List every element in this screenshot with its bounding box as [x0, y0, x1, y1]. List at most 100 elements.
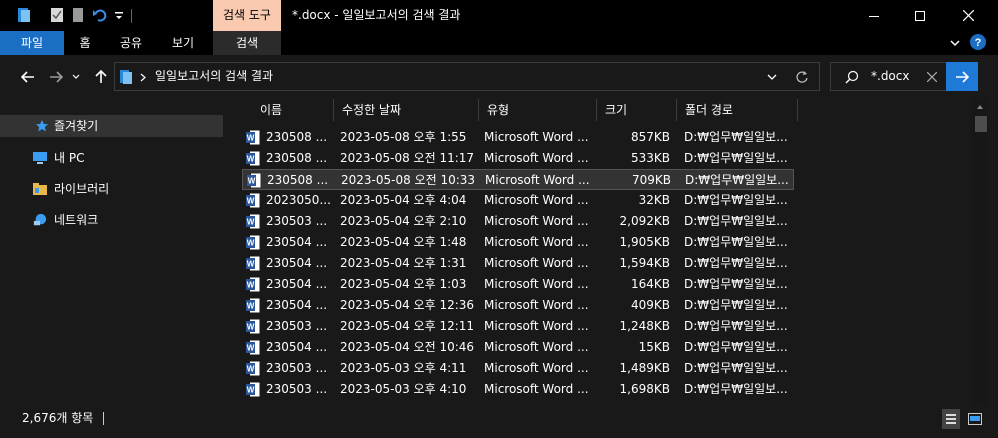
breadcrumb-chevron-icon[interactable] — [140, 73, 146, 82]
search-go-button[interactable] — [946, 62, 978, 91]
sidebar-item-label: 네트워크 — [54, 213, 99, 227]
sidebar-item-libraries[interactable]: 라이브러리 — [0, 178, 223, 200]
column-header-name[interactable]: 이름 — [252, 99, 334, 121]
word-document-icon: W — [246, 298, 260, 313]
minimize-button[interactable] — [851, 0, 897, 31]
maximize-button[interactable] — [897, 0, 943, 31]
word-document-icon: W — [246, 256, 260, 271]
tab-search[interactable]: 검색 — [213, 31, 281, 55]
help-icon[interactable]: ? — [970, 34, 986, 50]
vertical-scrollbar[interactable] — [972, 99, 988, 405]
file-row[interactable]: W 230503 ... 2023-05-03 오후 4:10 Microsoft W… — [242, 379, 794, 400]
scroll-up-icon[interactable] — [976, 104, 984, 110]
file-row[interactable]: W 230508 ... 2023-05-08 오전 10:33 Microsoft … — [242, 169, 794, 190]
column-header-size[interactable]: 크기 — [597, 99, 677, 121]
title-bar: 검색 도구 *.docx - 일일보고서의 검색 결과 — [0, 0, 998, 31]
svg-text:W: W — [247, 281, 255, 290]
file-row[interactable]: W 230508 ... 2023-05-08 오후 1:55 Microsoft W… — [242, 127, 794, 148]
large-icons-view-icon — [968, 413, 982, 425]
word-document-icon: W — [246, 340, 260, 355]
sidebar-item-favorites[interactable]: 즐겨찾기 — [0, 115, 223, 137]
file-folder-path: D:₩업무₩일일보... — [684, 130, 788, 144]
properties-icon[interactable] — [50, 7, 64, 23]
file-row[interactable]: W 230504 ... 2023-05-04 오후 1:31 Microsoft W… — [242, 253, 794, 274]
file-row[interactable]: W 230504 ... 2023-05-04 오후 1:48 Microsoft W… — [242, 232, 794, 253]
file-modified-date: 2023-05-08 오전 10:33 — [341, 173, 476, 187]
file-name: 230504 ... — [266, 298, 328, 312]
forward-button[interactable] — [46, 67, 66, 87]
file-modified-date: 2023-05-04 오후 2:10 — [340, 214, 467, 228]
sidebar-item-network[interactable]: 네트워크 — [0, 209, 223, 231]
address-bar[interactable]: 일일보고서의 검색 결과 — [114, 62, 820, 91]
back-arrow-icon — [21, 71, 34, 83]
tab-share[interactable]: 공유 — [112, 31, 150, 55]
file-name: 230508 ... — [266, 130, 328, 144]
details-view-icon — [946, 414, 956, 424]
details-view-button[interactable] — [942, 409, 960, 429]
file-row[interactable]: W 230504 ... 2023-05-04 오전 10:46 Microsoft … — [242, 337, 794, 358]
word-document-icon: W — [246, 193, 260, 208]
file-name: 230508 ... — [267, 173, 329, 187]
file-row[interactable]: W 230503 ... 2023-05-04 오후 2:10 Microsoft W… — [242, 211, 794, 232]
search-icon — [845, 70, 859, 84]
customize-toolbar-icon[interactable] — [114, 11, 124, 21]
file-type: Microsoft Word ... — [484, 361, 589, 375]
arrow-right-icon — [956, 70, 969, 83]
tab-file[interactable]: 파일 — [0, 31, 64, 55]
breadcrumb-current[interactable]: 일일보고서의 검색 결과 — [155, 63, 273, 90]
file-folder-path: D:₩업무₩일일보... — [684, 151, 788, 165]
svg-text:W: W — [247, 386, 255, 395]
file-folder-path: D:₩업무₩일일보... — [684, 193, 788, 207]
file-folder-path: D:₩업무₩일일보... — [684, 319, 788, 333]
up-button[interactable] — [91, 67, 111, 87]
up-arrow-icon — [95, 70, 107, 83]
file-size: 32KB — [638, 193, 670, 207]
file-size: 709KB — [631, 173, 671, 187]
file-row[interactable]: W 230508 ... 2023-05-08 오전 11:17 Microsoft … — [242, 148, 794, 169]
scrollbar-thumb[interactable] — [975, 116, 987, 132]
refresh-icon[interactable] — [795, 70, 809, 84]
svg-text:W: W — [248, 177, 256, 186]
search-input[interactable]: *.docx — [871, 63, 909, 90]
recent-locations-button[interactable] — [70, 67, 82, 87]
file-row[interactable]: W 230504 ... 2023-05-04 오후 1:03 Microsoft W… — [242, 274, 794, 295]
word-document-icon: W — [246, 235, 260, 250]
maximize-icon — [915, 10, 925, 21]
ribbon-tabs: 파일 홈 공유 보기 검색 ? — [0, 31, 998, 55]
network-icon — [33, 213, 47, 226]
tab-home[interactable]: 홈 — [72, 31, 98, 55]
column-header-date[interactable]: 수정한 날짜 — [334, 99, 479, 121]
file-list: 이름 수정한 날짜 유형 크기 폴더 경로 W 230508 ... 2023-05… — [226, 99, 972, 405]
file-row[interactable]: W 230503 ... 2023-05-04 오후 12:11 Microsoft … — [242, 316, 794, 337]
navigation-pane: 즐겨찾기 내 PC 라이브러리 네트워크 — [0, 99, 226, 405]
undo-icon[interactable] — [92, 7, 108, 23]
column-header-type[interactable]: 유형 — [479, 99, 597, 121]
file-row[interactable]: W 230503 ... 2023-05-03 오후 4:11 Microsoft W… — [242, 358, 794, 379]
file-size: 1,489KB — [619, 361, 670, 375]
file-folder-path: D:₩업무₩일일보... — [684, 382, 788, 396]
word-document-icon: W — [246, 151, 260, 166]
file-row[interactable]: W 2023050... 2023-05-04 오후 4:04 Microsoft W… — [242, 190, 794, 211]
file-name: 230503 ... — [266, 361, 328, 375]
file-type: Microsoft Word ... — [484, 214, 589, 228]
file-folder-path: D:₩업무₩일일보... — [684, 256, 788, 270]
address-dropdown-icon[interactable] — [767, 74, 777, 81]
file-folder-path: D:₩업무₩일일보... — [685, 173, 789, 187]
tab-view[interactable]: 보기 — [164, 31, 202, 55]
file-row[interactable]: W 230504 ... 2023-05-04 오후 12:36 Microsoft … — [242, 295, 794, 316]
file-name: 2023050... — [266, 193, 331, 207]
svg-text:W: W — [247, 344, 255, 353]
large-icons-view-button[interactable] — [966, 409, 984, 429]
column-header-path[interactable]: 폴더 경로 — [677, 99, 798, 121]
file-modified-date: 2023-05-04 오후 12:36 — [340, 298, 475, 312]
expand-ribbon-icon[interactable] — [950, 40, 960, 47]
back-button[interactable] — [18, 67, 38, 87]
close-button[interactable] — [945, 0, 991, 31]
word-document-icon: W — [247, 173, 261, 188]
close-icon — [962, 10, 974, 21]
file-size: 409KB — [630, 298, 670, 312]
new-folder-icon[interactable] — [72, 7, 84, 23]
clear-search-icon[interactable] — [927, 72, 937, 82]
navigation-bar: 일일보고서의 검색 결과 *.docx — [0, 55, 998, 99]
sidebar-item-this-pc[interactable]: 내 PC — [0, 147, 223, 169]
